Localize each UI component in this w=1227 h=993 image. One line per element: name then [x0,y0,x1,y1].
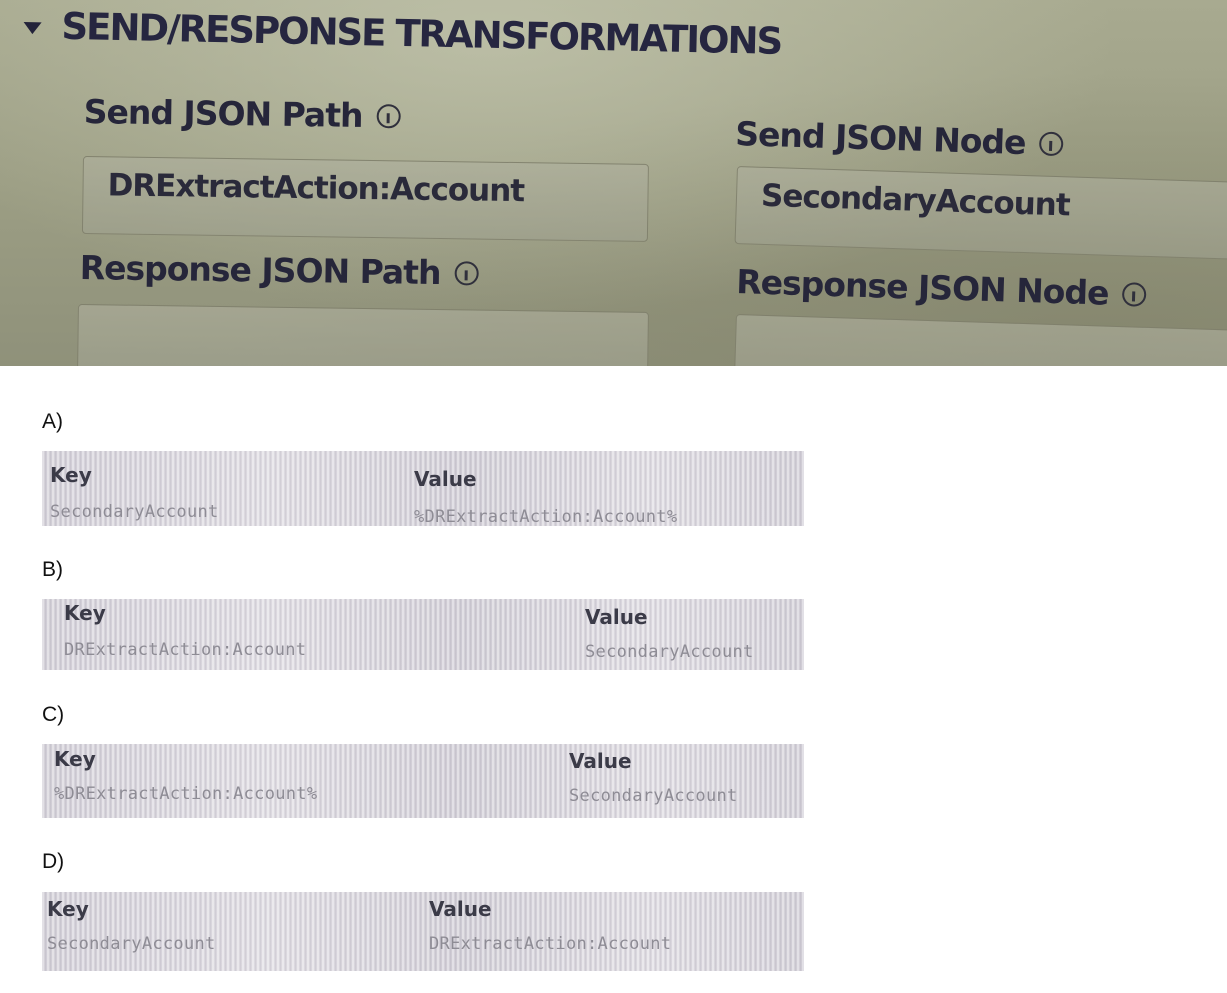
key-header: Key [47,897,89,921]
value-cell: SecondaryAccount [569,786,738,806]
section-header[interactable]: SEND/RESPONSE TRANSFORMATIONS [23,4,782,63]
value-header: Value [585,605,648,629]
response-json-node-input[interactable] [733,314,1227,366]
key-cell: SecondaryAccount [47,934,216,954]
section-title: SEND/RESPONSE TRANSFORMATIONS [61,4,782,63]
info-icon[interactable] [1122,281,1147,307]
key-cell: %DRExtractAction:Account% [54,784,318,804]
value-header: Value [429,897,492,921]
option-a-table[interactable]: Key Value SecondaryAccount %DRExtractAct… [42,451,804,526]
send-json-node-input[interactable]: SecondaryAccount [734,166,1227,260]
key-cell: DRExtractAction:Account [64,640,307,660]
send-json-node-label: Send JSON Node [735,114,1064,163]
key-header: Key [64,601,106,625]
option-d-table[interactable]: Key Value SecondaryAccount DRExtractActi… [42,892,804,971]
send-response-transformations-panel: SEND/RESPONSE TRANSFORMATIONS Send JSON … [0,0,1227,366]
option-b-table[interactable]: Key Value DRExtractAction:Account Second… [42,599,804,670]
option-c-table[interactable]: Key Value %DRExtractAction:Account% Seco… [42,744,804,818]
key-header: Key [50,463,92,487]
key-cell: SecondaryAccount [50,502,219,522]
option-b-label[interactable]: B) [42,558,63,582]
value-cell: DRExtractAction:Account [429,934,672,954]
caret-down-icon[interactable] [23,21,42,34]
info-icon[interactable] [376,103,401,128]
response-json-path-label: Response JSON Path [79,248,479,293]
value-header: Value [414,467,477,491]
option-a-label[interactable]: A) [42,410,63,434]
option-d-label[interactable]: D) [42,850,64,874]
response-json-node-label: Response JSON Node [736,262,1147,314]
value-header: Value [569,749,632,773]
key-header: Key [54,747,96,771]
info-icon[interactable] [454,260,479,286]
value-cell: %DRExtractAction:Account% [414,507,678,526]
send-json-path-label: Send JSON Path [83,92,401,135]
info-icon[interactable] [1039,131,1064,156]
response-json-path-input[interactable] [76,304,649,366]
value-cell: SecondaryAccount [585,642,754,662]
send-json-path-input[interactable]: DRExtractAction:Account [81,156,649,242]
option-c-label[interactable]: C) [42,703,64,727]
